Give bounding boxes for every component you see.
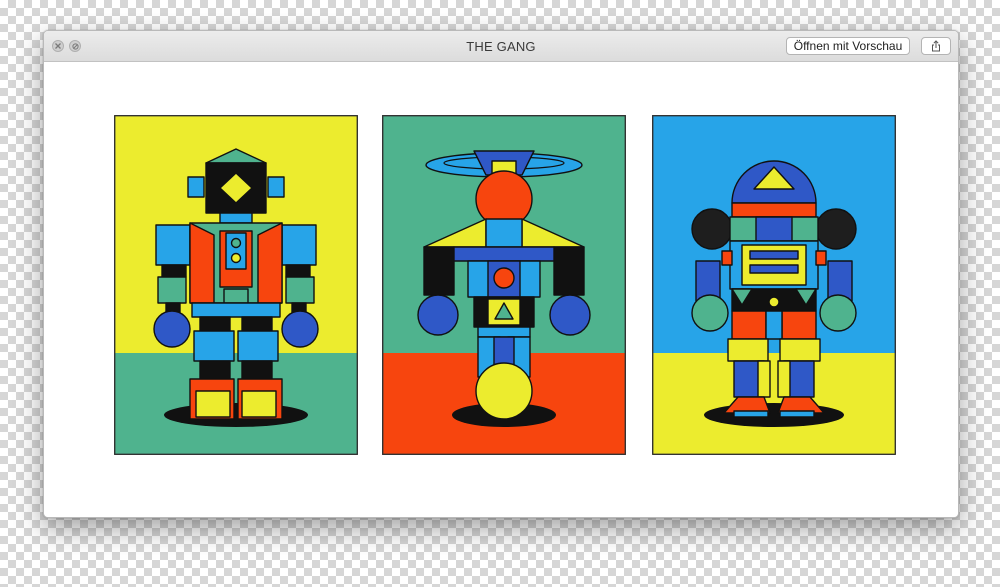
quicklook-window: THE GANG Öffnen mit Vorschau bbox=[43, 30, 959, 518]
share-icon bbox=[932, 40, 940, 52]
robot-panel-2 bbox=[381, 115, 627, 455]
robot-panel-3 bbox=[651, 115, 896, 455]
robot-panel-1 bbox=[114, 115, 359, 455]
preview-area bbox=[44, 62, 958, 517]
gang-artwork bbox=[114, 115, 896, 455]
open-with-preview-button[interactable]: Öffnen mit Vorschau bbox=[786, 37, 910, 55]
share-button[interactable] bbox=[921, 37, 951, 55]
title-bar: THE GANG Öffnen mit Vorschau bbox=[44, 31, 958, 62]
